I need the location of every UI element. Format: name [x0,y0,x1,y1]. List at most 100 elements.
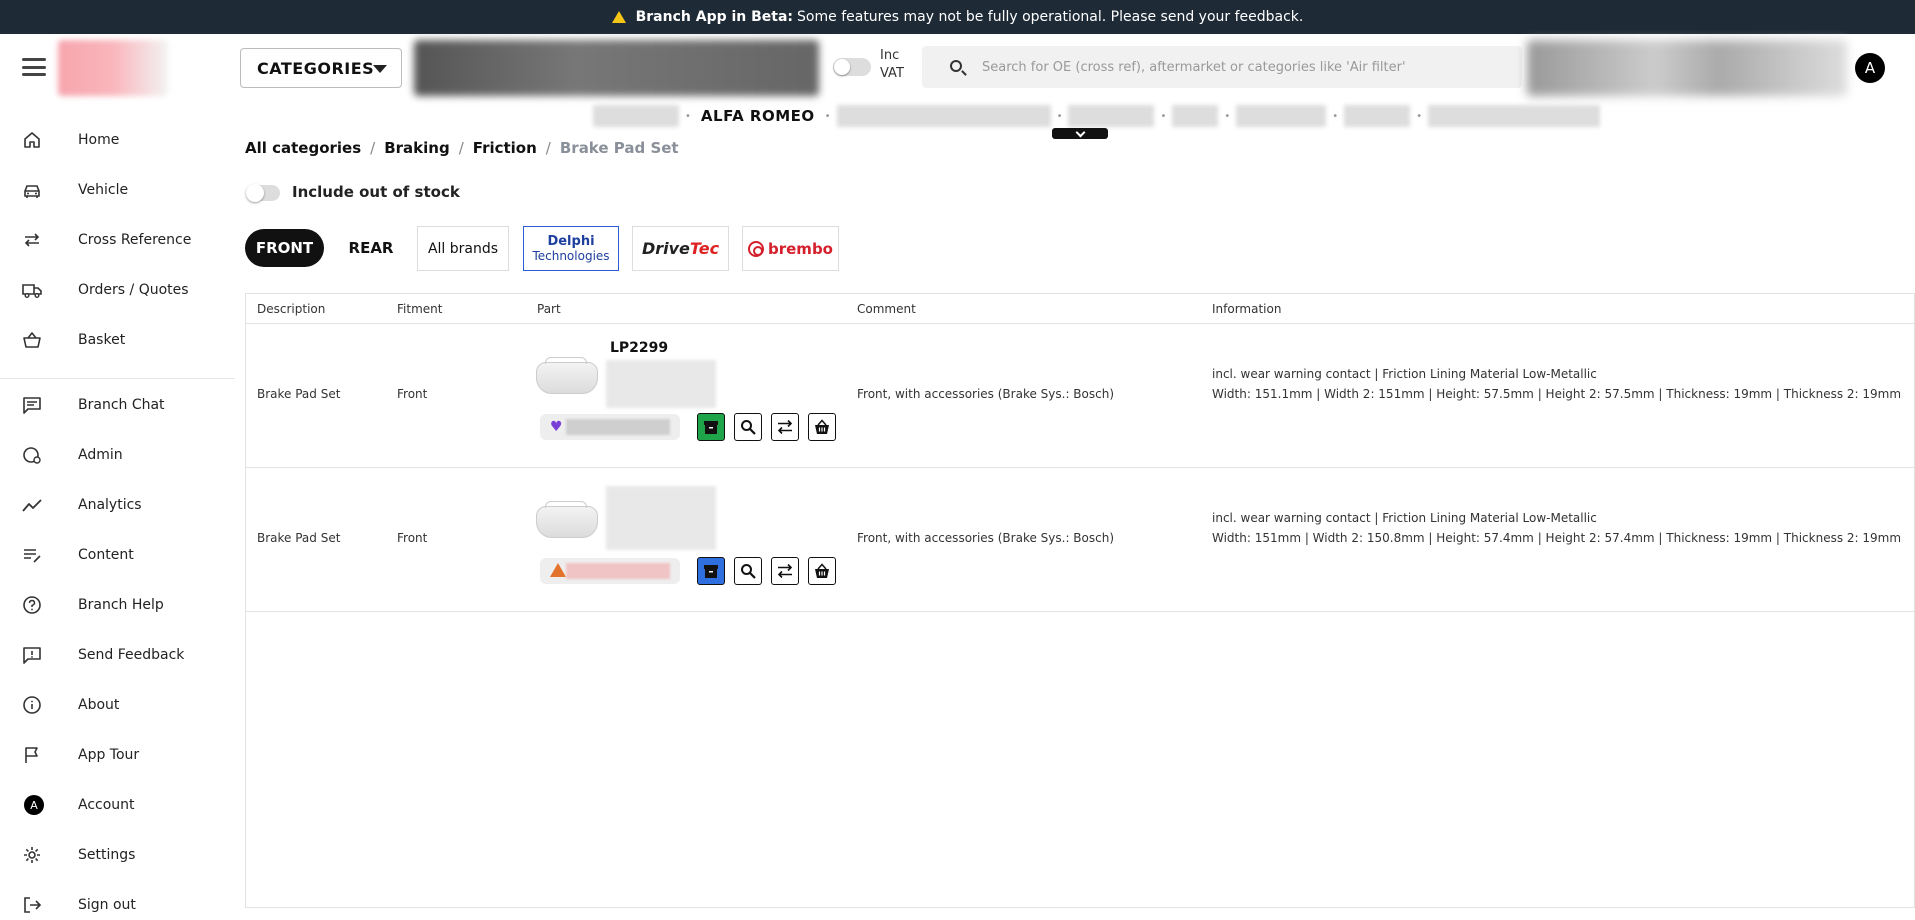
table-header: Description Fitment Part Comment Informa… [246,294,1915,324]
feedback-icon [23,647,41,664]
vat-toggle[interactable] [833,58,871,76]
sidebar-item-cross-reference[interactable]: Cross Reference [0,220,235,260]
brand-brembo-button[interactable]: brembo [742,226,839,271]
analytics-icon [22,499,42,512]
row-info-line1: incl. wear warning contact | Friction Li… [1212,511,1597,525]
sidebar-item-label: Branch Help [78,597,164,613]
sidebar-item-orders-quotes[interactable]: Orders / Quotes [0,270,235,310]
avatar[interactable]: A [1855,53,1885,83]
content-icon [24,549,41,563]
row-info-line1: incl. wear warning contact | Friction Li… [1212,367,1597,381]
redacted-vehicle-field [1428,105,1601,127]
sidebar-item-home[interactable]: Home [0,120,235,160]
home-icon [24,132,40,148]
gear-icon [24,847,40,863]
magnifier-icon [741,564,756,579]
archive-button[interactable] [697,413,725,441]
admin-icon [23,447,41,464]
redacted-vehicle-field [1068,105,1155,127]
sidebar-item-settings[interactable]: Settings [0,835,235,875]
add-to-basket-button[interactable] [808,557,836,585]
sign-out-icon [24,897,42,913]
redacted-stock-info [566,563,670,579]
sidebar-item-label: Home [78,132,120,148]
warning-icon [611,11,626,23]
sidebar-item-label: Send Feedback [78,647,185,663]
help-icon [23,596,41,614]
add-to-basket-button[interactable] [808,413,836,441]
search-part-button[interactable] [734,557,762,585]
categories-label: CATEGORIES [257,58,375,78]
sidebar-item-branch-chat[interactable]: Branch Chat [0,385,235,425]
sidebar-item-label: About [78,697,120,713]
drivetec-logo-b: Tec [689,239,720,258]
sidebar-item-label: App Tour [78,747,140,763]
caret-down-icon [373,65,387,73]
sidebar-item-sign-out[interactable]: Sign out [0,885,235,920]
sidebar-item-about[interactable]: About [0,685,235,725]
account-avatar: A [24,795,44,815]
stock-pill[interactable] [540,558,680,584]
sidebar-item-label: Branch Chat [78,397,165,413]
brand-drivetec-button[interactable]: Drive Tec [632,226,729,271]
row-info-line2: Width: 151.1mm | Width 2: 151mm | Height… [1212,387,1902,401]
breadcrumb-current: Brake Pad Set [559,139,679,157]
categories-button[interactable]: CATEGORIES [240,48,402,88]
include-out-of-stock-toggle[interactable] [246,184,280,202]
sidebar-item-app-tour[interactable]: App Tour [0,735,235,775]
table-row: Brake Pad Set Front LP2299 ♥ Front, with… [246,324,1915,468]
part-number[interactable]: LP2299 [610,340,668,356]
redacted-vehicle-field [1172,105,1219,127]
banner-text: Some features may not be fully operation… [797,9,1304,25]
stock-pill[interactable]: ♥ [540,414,680,440]
sidebar-item-admin[interactable]: Admin [0,435,235,475]
column-header-fitment: Fitment [397,302,443,316]
sidebar-item-basket[interactable]: Basket [0,320,235,360]
all-brands-button[interactable]: All brands [417,226,509,271]
menu-icon[interactable] [22,58,46,76]
breadcrumb-braking[interactable]: Braking [384,139,450,157]
sidebar-item-analytics[interactable]: Analytics [0,485,235,525]
archive-button[interactable] [697,557,725,585]
table-row: Brake Pad Set Front Front, with accessor… [246,468,1915,612]
archive-icon [704,421,718,434]
position-front-button[interactable]: FRONT [245,229,324,267]
search-part-button[interactable] [734,413,762,441]
row-description: Brake Pad Set [257,387,341,401]
breadcrumb-all-categories[interactable]: All categories [245,139,361,157]
brake-pad-image[interactable] [536,501,598,538]
sidebar-item-label: Sign out [78,897,136,913]
brake-pad-image[interactable] [536,357,598,394]
sidebar-item-label: Orders / Quotes [78,282,189,298]
beta-banner: Branch App in Beta: Some features may no… [0,0,1915,34]
vehicle-expand-button[interactable] [1052,128,1108,139]
search-input[interactable] [982,46,1512,88]
brand-delphi-button[interactable]: Delphi Technologies [523,226,619,271]
sidebar-item-send-feedback[interactable]: Send Feedback [0,635,235,675]
cross-reference-button[interactable] [771,557,799,585]
car-icon [24,185,40,198]
sidebar-item-account[interactable]: A Account [0,785,235,825]
position-rear-button[interactable]: REAR [340,229,402,267]
sidebar-item-vehicle[interactable]: Vehicle [0,170,235,210]
vehicle-make: ALFA ROMEO [700,107,815,125]
sidebar-item-branch-help[interactable]: Branch Help [0,585,235,625]
search-icon [950,60,962,72]
chat-icon [23,397,41,414]
search-bar[interactable] [922,46,1522,88]
redacted-header-field [414,40,819,96]
swap-icon [777,563,793,579]
magnifier-icon [741,420,756,435]
column-header-comment: Comment [857,302,916,316]
flag-icon [25,747,38,763]
sidebar-item-content[interactable]: Content [0,535,235,575]
row-comment: Front, with accessories (Brake Sys.: Bos… [857,387,1115,401]
column-header-part: Part [537,302,561,316]
cross-reference-button[interactable] [771,413,799,441]
sidebar-divider [0,378,235,379]
breadcrumb-friction[interactable]: Friction [473,139,537,157]
brand-logo[interactable] [58,40,168,96]
redacted-vehicle-field [1344,105,1411,127]
vat-label: Inc VAT [880,47,904,83]
brembo-logo-icon [748,240,764,257]
